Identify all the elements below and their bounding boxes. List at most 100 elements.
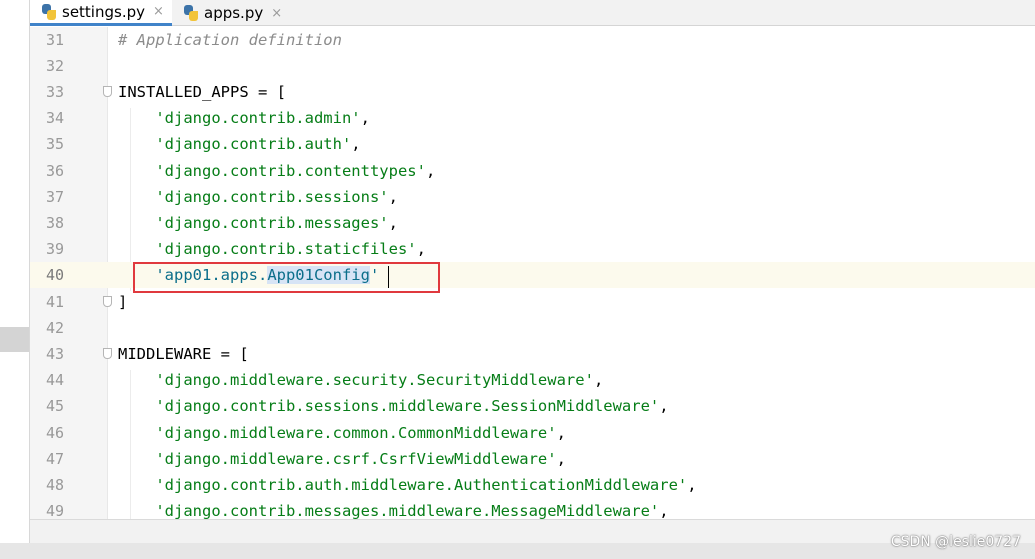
code-text: 'django.contrib.auth.middleware.Authenti… xyxy=(118,472,697,498)
code-line[interactable]: 42 xyxy=(30,315,1035,341)
close-icon[interactable]: × xyxy=(271,6,282,21)
code-token: 'django.contrib.admin' xyxy=(155,109,361,128)
tab-settings-py[interactable]: settings.py × xyxy=(30,0,172,26)
code-token: 'django.contrib.sessions' xyxy=(155,187,389,206)
code-line[interactable]: 31 # Application definition xyxy=(30,27,1035,53)
code-token: , xyxy=(659,502,669,521)
line-number: 33 xyxy=(45,82,64,101)
line-number: 48 xyxy=(45,475,64,494)
code-token: 'django.contrib.contenttypes' xyxy=(155,161,426,180)
tab-apps-py[interactable]: apps.py × xyxy=(172,0,292,26)
code-token: , xyxy=(416,240,426,259)
code-line[interactable]: 33 INSTALLED_APPS = [ xyxy=(30,79,1035,105)
code-line[interactable]: 48 'django.contrib.auth.middleware.Authe… xyxy=(30,472,1035,498)
line-number: 32 xyxy=(45,56,64,75)
code-text: MIDDLEWARE = [ xyxy=(118,341,249,367)
line-number: 40 xyxy=(45,266,64,285)
code-token: 'django.contrib.auth.middleware.Authenti… xyxy=(155,475,688,494)
code-token: 'django.contrib.messages' xyxy=(155,213,389,232)
tab-label: settings.py xyxy=(62,2,145,21)
code-text: 'django.middleware.csrf.CsrfViewMiddlewa… xyxy=(118,446,566,472)
code-line[interactable]: 43 MIDDLEWARE = [ xyxy=(30,341,1035,367)
code-token: # Application definition xyxy=(118,30,342,49)
code-text: 'django.contrib.contenttypes', xyxy=(118,158,435,184)
code-text: INSTALLED_APPS = [ xyxy=(118,79,286,105)
code-text: 'django.contrib.admin', xyxy=(118,105,370,131)
code-token: , xyxy=(556,423,566,442)
line-number: 35 xyxy=(45,135,64,154)
code-line[interactable]: 46 'django.middleware.common.CommonMiddl… xyxy=(30,420,1035,446)
code-line[interactable]: 32 xyxy=(30,53,1035,79)
code-token: INSTALLED_APPS = [ xyxy=(118,82,286,101)
code-line[interactable]: 44 'django.middleware.security.SecurityM… xyxy=(30,367,1035,393)
code-text: # Application definition xyxy=(118,27,342,53)
code-token: ] xyxy=(118,292,128,311)
code-token: , xyxy=(659,397,669,416)
code-token: 'django.contrib.auth' xyxy=(155,135,352,154)
scroll-marker[interactable] xyxy=(0,327,29,352)
code-text: 'django.contrib.messages', xyxy=(118,210,398,236)
code-token: , xyxy=(556,449,566,468)
code-text: 'django.contrib.sessions', xyxy=(118,184,398,210)
line-number: 37 xyxy=(45,187,64,206)
line-number: 44 xyxy=(45,371,64,390)
code-line[interactable]: 47 'django.middleware.csrf.CsrfViewMiddl… xyxy=(30,446,1035,472)
line-number: 47 xyxy=(45,449,64,468)
code-token: 'django.middleware.security.SecurityMidd… xyxy=(155,371,594,390)
line-number: 46 xyxy=(45,423,64,442)
code-text: 'django.contrib.staticfiles', xyxy=(118,236,426,262)
fold-marker-icon[interactable] xyxy=(103,347,112,359)
code-token: 'django.contrib.messages.middleware.Mess… xyxy=(155,502,660,521)
line-number: 39 xyxy=(45,240,64,259)
code-line[interactable]: 39 'django.contrib.staticfiles', xyxy=(30,236,1035,262)
line-number: 42 xyxy=(45,318,64,337)
code-token: , xyxy=(388,213,398,232)
code-line[interactable]: 35 'django.contrib.auth', xyxy=(30,131,1035,157)
code-token: MIDDLEWARE = [ xyxy=(118,344,249,363)
code-text: 'django.contrib.sessions.middleware.Sess… xyxy=(118,393,669,419)
code-text: 'django.middleware.security.SecurityMidd… xyxy=(118,367,603,393)
watermark: CSDN @leslie0727 xyxy=(890,534,1021,550)
code-token: 'django.contrib.sessions.middleware.Sess… xyxy=(155,397,660,416)
line-number: 43 xyxy=(45,344,64,363)
code-text: 'django.contrib.auth', xyxy=(118,131,360,157)
close-icon[interactable]: × xyxy=(153,4,164,19)
code-line[interactable]: 45 'django.contrib.sessions.middleware.S… xyxy=(30,393,1035,419)
fold-marker-icon[interactable] xyxy=(103,295,112,307)
code-token: , xyxy=(425,161,436,180)
code-line[interactable]: 37 'django.contrib.sessions', xyxy=(30,184,1035,210)
line-number: 45 xyxy=(45,397,64,416)
annotation-highlight-box xyxy=(133,262,440,293)
fold-marker-icon[interactable] xyxy=(103,85,112,97)
python-file-icon xyxy=(184,5,198,21)
line-number: 36 xyxy=(45,161,64,180)
code-token: , xyxy=(388,187,398,206)
code-token: 'django.middleware.common.CommonMiddlewa… xyxy=(155,423,557,442)
status-strip xyxy=(0,543,1035,559)
text-caret xyxy=(388,266,389,288)
code-text: ] xyxy=(118,289,127,315)
line-number: 38 xyxy=(45,213,64,232)
tab-label: apps.py xyxy=(204,4,264,22)
code-line[interactable]: 34 'django.contrib.admin', xyxy=(30,105,1035,131)
code-line[interactable]: 36 'django.contrib.contenttypes', xyxy=(30,158,1035,184)
code-token: , xyxy=(687,475,697,494)
left-tool-strip xyxy=(0,0,30,559)
code-token: 'django.middleware.csrf.CsrfViewMiddlewa… xyxy=(155,449,557,468)
python-file-icon xyxy=(42,3,56,20)
horizontal-scrollbar[interactable] xyxy=(30,519,1035,543)
line-number: 34 xyxy=(45,109,64,128)
editor-tab-bar: settings.py × apps.py × xyxy=(30,0,1035,26)
code-line[interactable]: 38 'django.contrib.messages', xyxy=(30,210,1035,236)
